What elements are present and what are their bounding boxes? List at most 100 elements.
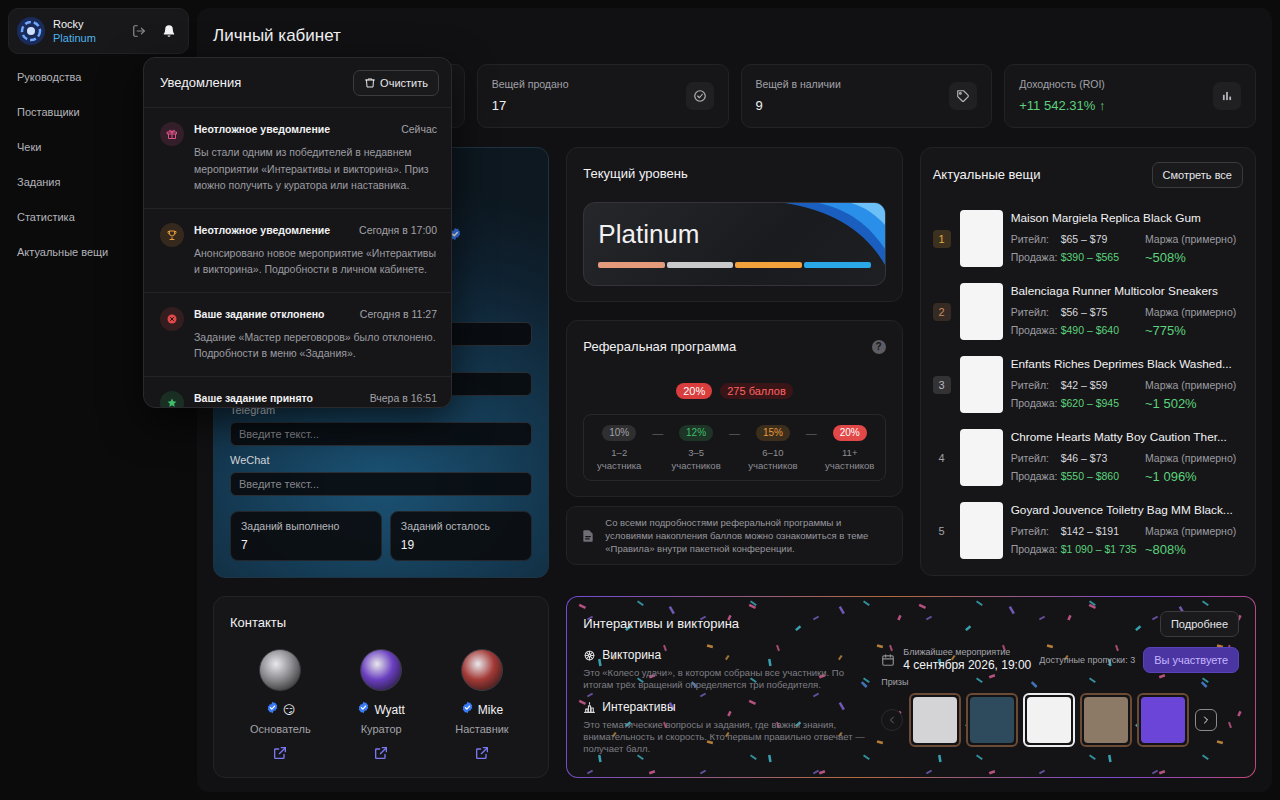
- tier-rate: 20%: [833, 425, 867, 441]
- notification-head: Ваше задание отклоненоСегодня в 11:27: [194, 307, 437, 321]
- app-window: RockyPlatinumРуководстваПоставщикиЧекиЗа…: [0, 0, 1280, 800]
- retail-label: Ритейл:: [1011, 522, 1061, 540]
- level-segment: [735, 262, 802, 268]
- next-event-date: 4 сентября 2026, 19:00: [903, 658, 1031, 673]
- prize-photo: [1084, 697, 1128, 743]
- item-prices: Ритейл:$42 – $59Продажа:$620 – $945Маржа…: [1011, 376, 1243, 413]
- item-row[interactable]: 1 Maison Margiela Replica Black Gum Ритейл…: [933, 210, 1243, 267]
- item-prices: Ритейл:$65 – $79Продажа:$390 – $565Маржа…: [1011, 230, 1243, 267]
- level-bar: [598, 262, 870, 268]
- notification-title: Неотложное уведомление: [194, 223, 330, 237]
- sale-price: $1 090 – $1 735: [1061, 543, 1137, 555]
- prize-item[interactable]: [1080, 693, 1132, 747]
- margin-label: Маржа (примерно): [1145, 303, 1243, 321]
- prize-item[interactable]: [1137, 693, 1189, 747]
- bar-chart-icon: [1220, 89, 1234, 103]
- sale-price: $550 – $860: [1061, 470, 1119, 482]
- margin-value: ~1 096%: [1145, 468, 1243, 486]
- stat-card: Доходность (ROI)+11 542.31% ↑: [1004, 64, 1256, 128]
- level-fill: [598, 262, 665, 268]
- help-button[interactable]: ?: [872, 340, 886, 354]
- price-column: Ритейл:$42 – $59Продажа:$620 – $945: [1011, 376, 1145, 413]
- external-link-icon: [474, 745, 490, 761]
- format-title-row: Интерактивы: [583, 699, 869, 715]
- contact-role: Наставник: [455, 722, 508, 736]
- notification[interactable]: Неотложное уведомлениеСегодня в 17:00Ано…: [144, 208, 451, 292]
- event-format: ИнтерактивыЭто тематические вопросы и за…: [583, 699, 869, 755]
- contact-avatar: [360, 649, 402, 691]
- rank-badge: 1: [933, 230, 951, 248]
- item-photo: [960, 210, 1003, 267]
- sale-label: Продажа:: [1011, 394, 1061, 412]
- sale-label: Продажа:: [1011, 540, 1061, 558]
- stat-label: Вещей продано: [492, 77, 569, 91]
- notification[interactable]: Ваше задание отклоненоСегодня в 11:27Зад…: [144, 292, 451, 376]
- tier-range: 6–10 участников: [744, 447, 802, 472]
- points-balance: 275 баллов: [720, 383, 793, 399]
- level-name: Platinum: [598, 218, 870, 250]
- contact-link[interactable]: [272, 745, 288, 761]
- prize-photo: [1141, 697, 1185, 743]
- contact-role: Основатель: [250, 722, 311, 736]
- referral-header: Реферальная программа?: [583, 337, 885, 357]
- external-link-icon: [272, 745, 288, 761]
- logout-icon: [132, 24, 146, 38]
- referral-tier: 20%11+ участников: [821, 425, 879, 472]
- form-field: WeChat: [230, 454, 532, 496]
- stat-card: Вещей продано17: [477, 64, 729, 128]
- contact-link[interactable]: [373, 745, 389, 761]
- stat-value: 9: [756, 97, 841, 115]
- prize-item[interactable]: [909, 693, 961, 747]
- item-prices: Ритейл:$46 – $73Продажа:$550 – $860Маржа…: [1011, 449, 1243, 486]
- verified-icon: [266, 701, 279, 714]
- details-button[interactable]: Подробнее: [1160, 611, 1239, 637]
- events-body: ВикторинаЭто «Колесо удачи», в котором с…: [583, 647, 1239, 755]
- events-content: Интерактивы и викторинаПодробнее Викторин…: [583, 611, 1239, 755]
- notification[interactable]: Ваше задание принятоВчера в 16:51: [144, 376, 451, 409]
- notifications-button[interactable]: [158, 20, 180, 42]
- join-button[interactable]: Вы участвуете: [1143, 647, 1239, 673]
- tag-icon: [956, 89, 970, 103]
- margin-label: Маржа (примерно): [1145, 522, 1243, 540]
- item-prices: Ритейл:$142 – $191Продажа:$1 090 – $1 73…: [1011, 522, 1243, 559]
- rank-badge: 4: [933, 449, 951, 467]
- referral-status: 20%275 баллов: [583, 383, 885, 399]
- middle-column: Текущий уровень Platinum Реферальная прогр…: [566, 147, 902, 565]
- tier-separator: —: [727, 425, 742, 441]
- prize-item[interactable]: [966, 693, 1018, 747]
- notification-time: Сегодня в 17:00: [359, 223, 437, 237]
- retail-label: Ритейл:: [1011, 449, 1061, 467]
- level-title: Текущий уровень: [583, 164, 885, 184]
- gift-icon: [166, 128, 178, 140]
- prev-button[interactable]: [881, 709, 903, 731]
- item-photo: [960, 356, 1003, 413]
- next-button[interactable]: [1195, 709, 1217, 731]
- stat-label: Доходность (ROI): [1019, 77, 1105, 91]
- item-info: Goyard Jouvence Toiletry Bag MM Black...…: [1011, 502, 1243, 559]
- tier-rate: 12%: [679, 425, 713, 441]
- margin-column: Маржа (примерно)~1 096%: [1145, 449, 1243, 486]
- text-input[interactable]: [230, 422, 532, 446]
- event-formats: ВикторинаЭто «Колесо удачи», в котором с…: [583, 647, 869, 755]
- clear-button[interactable]: Очистить: [353, 70, 439, 96]
- logout-button[interactable]: [128, 20, 150, 42]
- contacts-title: Контакты: [230, 613, 532, 633]
- referral-note: Со всеми подробностями реферальной прогр…: [566, 506, 902, 565]
- page-title: Личный кабинет: [213, 24, 1256, 48]
- next-event: Ближайшее мероприятие4 сентября 2026, 19…: [903, 647, 1031, 673]
- contact-link[interactable]: [474, 745, 490, 761]
- prize-item[interactable]: [1023, 693, 1075, 747]
- item-row[interactable]: 4Chrome Hearts Matty Boy Caution Ther...…: [933, 429, 1243, 486]
- notification[interactable]: Неотложное уведомлениеСейчасВы стали одн…: [144, 107, 451, 208]
- user-card: RockyPlatinum: [8, 8, 189, 54]
- item-name: Maison Margiela Replica Black Gum: [1011, 210, 1243, 226]
- item-row[interactable]: 2Balenciaga Runner Multicolor SneakersРи…: [933, 283, 1243, 340]
- see-all-button[interactable]: Смотреть все: [1152, 162, 1243, 188]
- item-row[interactable]: 5Goyard Jouvence Toiletry Bag MM Black..…: [933, 502, 1243, 559]
- item-row[interactable]: 3Enfants Riches Deprimes Black Washed...…: [933, 356, 1243, 413]
- margin-label: Маржа (примерно): [1145, 449, 1243, 467]
- text-input[interactable]: [230, 472, 532, 496]
- events-header: Интерактивы и викторинаПодробнее: [583, 611, 1239, 637]
- notification-title: Ваше задание отклонено: [194, 307, 324, 321]
- task-counter: Заданий осталось19: [390, 511, 532, 561]
